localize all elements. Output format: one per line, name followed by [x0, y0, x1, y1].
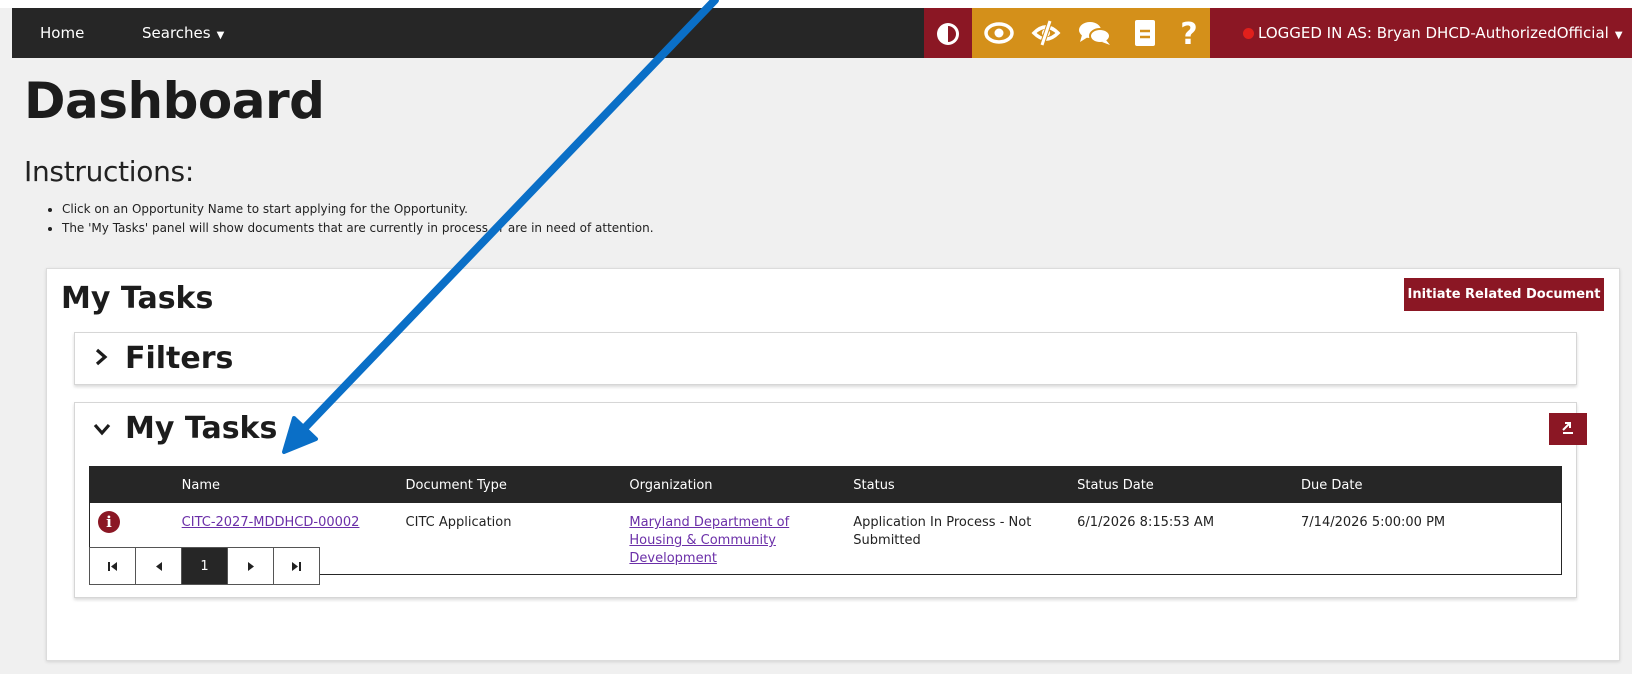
pagination: 1	[89, 547, 320, 585]
instruction-item: Click on an Opportunity Name to start ap…	[62, 200, 654, 219]
nav-home-label: Home	[40, 24, 85, 42]
chevron-down-icon	[93, 404, 115, 455]
panel-title: My Tasks	[61, 281, 214, 316]
my-tasks-toggle[interactable]: My Tasks	[93, 403, 277, 454]
user-menu[interactable]: LOGGED IN AS: Bryan DHCD-AuthorizedOffic…	[1210, 8, 1632, 58]
caret-down-icon: ▼	[216, 30, 225, 41]
book-icon[interactable]	[1134, 19, 1156, 47]
svg-text:?: ?	[1180, 17, 1197, 49]
my-tasks-subpanel: My Tasks Name Document Type Organization…	[74, 402, 1587, 598]
filters-title: Filters	[125, 341, 234, 376]
contrast-icon	[937, 23, 959, 45]
previous-page-button[interactable]	[136, 548, 182, 584]
my-tasks-panel: My Tasks Initiate Related Document Filte…	[46, 268, 1620, 661]
top-strip	[0, 0, 1632, 8]
filters-panel: Filters	[74, 332, 1577, 385]
contrast-toggle-button[interactable]	[924, 8, 972, 58]
help-icon[interactable]: ?	[1178, 17, 1200, 49]
column-header-status-date[interactable]: Status Date	[1075, 466, 1300, 503]
cell-status: Application In Process - Not Submitted	[853, 515, 1032, 548]
export-button[interactable]	[1549, 413, 1587, 445]
login-text: LOGGED IN AS: Bryan DHCD-AuthorizedOffic…	[1258, 24, 1609, 42]
accessibility-toolbar: ?	[972, 8, 1210, 58]
previous-page-icon	[155, 561, 162, 571]
column-header-due-date[interactable]: Due Date	[1299, 466, 1562, 503]
my-tasks-title: My Tasks	[125, 411, 278, 446]
column-header-name[interactable]: Name	[179, 466, 404, 503]
info-icon[interactable]: i	[98, 511, 120, 533]
column-header-status[interactable]: Status	[851, 466, 1076, 503]
page-title: Dashboard	[24, 72, 325, 130]
first-page-icon	[108, 561, 117, 571]
export-icon	[1562, 421, 1573, 434]
eye-icon[interactable]	[984, 19, 1014, 47]
next-page-button[interactable]	[228, 548, 274, 584]
chevron-right-icon	[93, 334, 115, 385]
column-header-icon	[89, 466, 180, 503]
chat-icon[interactable]	[1078, 19, 1112, 47]
eye-slash-icon[interactable]	[1030, 19, 1062, 47]
instructions-title: Instructions:	[24, 155, 194, 188]
column-header-document-type[interactable]: Document Type	[403, 466, 628, 503]
caret-down-icon: ▼	[1614, 30, 1623, 41]
status-dot-icon	[1243, 28, 1254, 39]
cell-organization: Maryland Department of Housing & Communi…	[627, 503, 851, 575]
instructions-list: Click on an Opportunity Name to start ap…	[46, 200, 654, 238]
instruction-item: The 'My Tasks' panel will show documents…	[62, 219, 654, 238]
organization-link[interactable]: Maryland Department of Housing & Communi…	[629, 515, 789, 566]
cell-document-type: CITC Application	[405, 515, 512, 530]
nav-searches-label: Searches	[142, 24, 211, 42]
last-page-icon	[292, 561, 301, 571]
next-page-icon	[247, 561, 254, 571]
column-header-organization[interactable]: Organization	[627, 466, 852, 503]
document-name-link[interactable]: CITC-2027-MDDHCD-00002	[182, 515, 360, 530]
first-page-button[interactable]	[90, 548, 136, 584]
initiate-related-document-button[interactable]: Initiate Related Document	[1404, 278, 1604, 311]
filters-toggle[interactable]: Filters	[93, 333, 233, 384]
cell-due-date: 7/14/2026 5:00:00 PM	[1301, 515, 1446, 530]
login-label: LOGGED IN AS: Bryan DHCD-AuthorizedOffic…	[1258, 8, 1623, 61]
last-page-button[interactable]	[274, 548, 319, 584]
nav-home-link[interactable]: Home	[40, 8, 84, 58]
cell-status-date: 6/1/2026 8:15:53 AM	[1077, 515, 1215, 530]
table-header-row: Name Document Type Organization Status S…	[89, 466, 1562, 503]
page-number-button[interactable]: 1	[182, 548, 228, 584]
nav-searches-dropdown[interactable]: Searches ▼	[142, 8, 224, 58]
